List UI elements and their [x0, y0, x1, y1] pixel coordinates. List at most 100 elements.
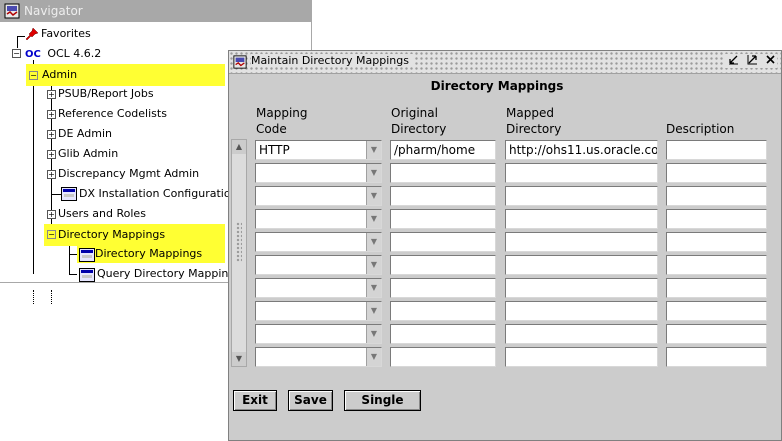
- window-controls: [725, 54, 777, 68]
- dropdown-arrow-icon[interactable]: ▼: [366, 187, 381, 205]
- maximize-icon[interactable]: [746, 54, 759, 67]
- column-header-mapping-code: Mapping Code: [256, 106, 308, 136]
- tree-node-dx-installation-configuration[interactable]: DX Installation Configuration: [79, 185, 238, 203]
- tree-node-directory-mappings[interactable]: Directory Mappings: [44, 224, 225, 246]
- mapped-directory-field[interactable]: [505, 255, 658, 275]
- description-field[interactable]: [666, 186, 767, 206]
- mapping-code-combo[interactable]: ▼: [255, 232, 382, 252]
- mapping-code-combo[interactable]: ▼: [255, 301, 382, 321]
- original-directory-field[interactable]: [390, 301, 496, 321]
- scroll-down-icon[interactable]: ▼: [232, 352, 246, 366]
- tree-node-favorites[interactable]: Favorites: [41, 25, 91, 43]
- original-directory-field[interactable]: [390, 232, 496, 252]
- tree-node-psub[interactable]: PSUB/Report Jobs: [58, 85, 154, 103]
- column-header-original-directory: Original Directory: [391, 106, 447, 136]
- original-directory-field[interactable]: [390, 209, 496, 229]
- original-directory-field[interactable]: [390, 163, 496, 183]
- original-directory-field[interactable]: [390, 324, 496, 344]
- mapped-directory-field[interactable]: [505, 301, 658, 321]
- dropdown-arrow-icon[interactable]: ▼: [366, 302, 381, 320]
- pushpin-icon: [25, 27, 39, 41]
- mapped-directory-field[interactable]: [505, 278, 658, 298]
- dialog-title-bar[interactable]: Maintain Directory Mappings: [229, 51, 781, 74]
- scroll-grip[interactable]: [236, 222, 242, 262]
- original-directory-field[interactable]: [390, 278, 496, 298]
- collapse-icon[interactable]: −: [29, 71, 38, 80]
- mapping-code-combo[interactable]: ▼: [255, 324, 382, 344]
- tree-node-users-and-roles[interactable]: Users and Roles: [58, 205, 146, 223]
- expand-icon[interactable]: +: [47, 150, 56, 159]
- description-field[interactable]: [666, 163, 767, 183]
- app-icon: [233, 55, 247, 69]
- close-icon[interactable]: [764, 54, 777, 67]
- description-field[interactable]: [666, 232, 767, 252]
- tree-node-discrepancy-mgmt-admin[interactable]: Discrepancy Mgmt Admin: [58, 165, 199, 183]
- form-icon: [79, 248, 95, 262]
- tree-node-de-admin[interactable]: DE Admin: [58, 125, 112, 143]
- tree-node-glib-admin[interactable]: Glib Admin: [58, 145, 118, 163]
- description-field[interactable]: [666, 347, 767, 367]
- column-header-description: Description: [666, 122, 735, 136]
- description-field[interactable]: [666, 255, 767, 275]
- navigator-title: Navigator: [24, 4, 83, 18]
- mapped-directory-field[interactable]: [505, 186, 658, 206]
- description-field[interactable]: [666, 324, 767, 344]
- dropdown-arrow-icon[interactable]: ▼: [366, 164, 381, 182]
- tree-node-directory-mappings-form[interactable]: Directory Mappings: [77, 245, 225, 263]
- column-header-mapped-directory: Mapped Directory: [506, 106, 562, 136]
- dropdown-arrow-icon[interactable]: ▼: [366, 279, 381, 297]
- tree-node-ocl[interactable]: OC OCL 4.6.2: [25, 45, 101, 63]
- description-field[interactable]: [666, 301, 767, 321]
- expand-icon[interactable]: +: [47, 210, 56, 219]
- mapping-code-value: HTTP: [259, 143, 290, 157]
- save-button[interactable]: Save: [288, 390, 333, 411]
- dialog-heading: Directory Mappings: [430, 79, 564, 93]
- dialog-title: Maintain Directory Mappings: [251, 54, 413, 67]
- original-directory-field[interactable]: /pharm/home: [390, 140, 496, 160]
- mapping-code-combo[interactable]: ▼: [255, 278, 382, 298]
- dropdown-arrow-icon[interactable]: ▼: [366, 325, 381, 343]
- dropdown-arrow-icon[interactable]: ▼: [366, 233, 381, 251]
- expand-icon[interactable]: +: [47, 170, 56, 179]
- expand-icon[interactable]: +: [47, 130, 56, 139]
- mapping-code-combo[interactable]: ▼: [255, 163, 382, 183]
- dropdown-arrow-icon[interactable]: ▼: [366, 141, 381, 159]
- single-button[interactable]: Single: [344, 390, 421, 411]
- form-icon: [79, 268, 95, 282]
- mapping-code-combo[interactable]: ▼: [255, 255, 382, 275]
- records-scrollbar[interactable]: ▲ ▼: [231, 139, 247, 367]
- original-directory-field[interactable]: [390, 186, 496, 206]
- dropdown-arrow-icon[interactable]: ▼: [366, 210, 381, 228]
- mapped-directory-field[interactable]: http://ohs11.us.oracle.com: [505, 140, 658, 160]
- app-icon: [4, 3, 20, 19]
- mapping-code-combo[interactable]: ▼: [255, 209, 382, 229]
- mapping-code-combo[interactable]: ▼: [255, 186, 382, 206]
- tree-node-reference-codelists[interactable]: Reference Codelists: [58, 105, 167, 123]
- mapped-directory-field[interactable]: [505, 209, 658, 229]
- expand-icon[interactable]: +: [47, 90, 56, 99]
- collapse-icon[interactable]: −: [47, 230, 56, 239]
- navigator-title-bar[interactable]: Navigator: [0, 0, 311, 22]
- minimize-icon[interactable]: [727, 54, 740, 67]
- dropdown-arrow-icon[interactable]: ▼: [366, 256, 381, 274]
- maintain-directory-mappings-window: Maintain Directory Mappings Directory Ma…: [228, 50, 782, 441]
- tree-node-query-directory-mappings[interactable]: Query Directory Mappings: [97, 265, 241, 283]
- description-field[interactable]: [666, 209, 767, 229]
- exit-button[interactable]: Exit: [233, 390, 277, 411]
- mapping-code-combo[interactable]: ▼: [255, 347, 382, 367]
- form-icon: [61, 187, 77, 201]
- dropdown-arrow-icon[interactable]: ▼: [366, 348, 381, 366]
- mapped-directory-field[interactable]: [505, 232, 658, 252]
- tree-node-admin[interactable]: Admin: [26, 64, 225, 86]
- expand-icon[interactable]: +: [47, 110, 56, 119]
- scroll-up-icon[interactable]: ▲: [232, 140, 246, 154]
- mapping-code-combo[interactable]: HTTP ▼: [255, 140, 382, 160]
- collapse-icon[interactable]: −: [12, 49, 21, 58]
- original-directory-field[interactable]: [390, 255, 496, 275]
- mapped-directory-field[interactable]: [505, 347, 658, 367]
- description-field[interactable]: [666, 140, 767, 160]
- description-field[interactable]: [666, 278, 767, 298]
- mapped-directory-field[interactable]: [505, 324, 658, 344]
- original-directory-field[interactable]: [390, 347, 496, 367]
- mapped-directory-field[interactable]: [505, 163, 658, 183]
